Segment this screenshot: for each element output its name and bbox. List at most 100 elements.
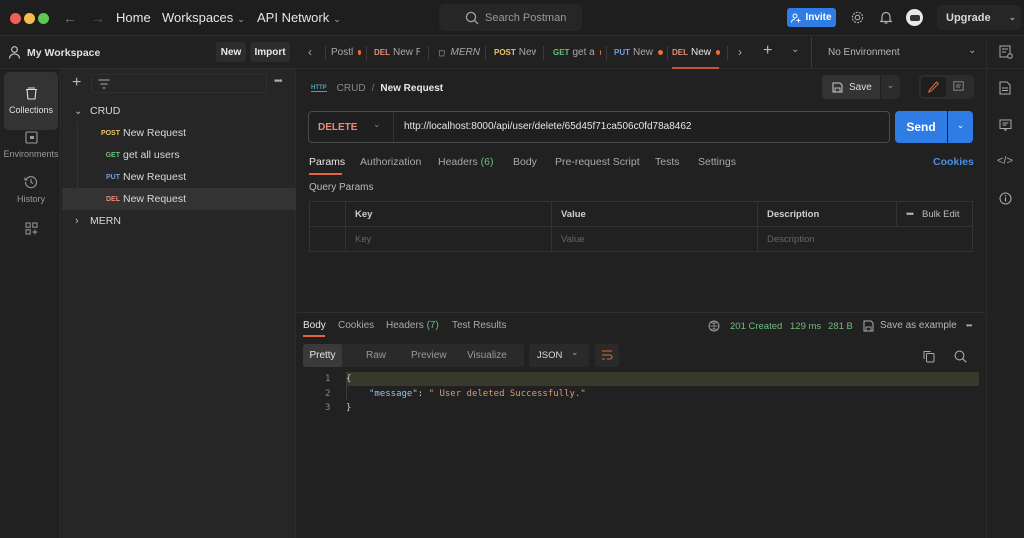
response-tab-test-results[interactable]: Test Results (452, 320, 506, 331)
tab-params[interactable]: Params (309, 156, 345, 168)
format-selector[interactable]: JSON ⌄ (529, 344, 589, 367)
edit-mode-button[interactable] (921, 77, 946, 97)
new-button[interactable]: New (216, 42, 246, 62)
environment-quick-look-icon[interactable] (999, 45, 1013, 59)
page-title[interactable]: New Request (380, 83, 443, 94)
http-request-icon: HTTP (311, 84, 327, 92)
tab-item-active[interactable]: DEL New (672, 37, 720, 68)
request-editor: HTTP CRUD / New Request Save ⌄ DELETE ⌄ … (297, 69, 985, 538)
response-tab-cookies[interactable]: Cookies (338, 320, 374, 331)
tab-item[interactable]: MERN (438, 37, 480, 68)
upgrade-button[interactable]: Upgrade ⌄ (937, 5, 1021, 30)
response-tab-headers[interactable]: Headers (7) (386, 320, 439, 331)
documentation-icon[interactable] (999, 81, 1011, 95)
more-options-icon[interactable]: ••• (906, 209, 914, 220)
send-button[interactable]: Send (895, 111, 947, 143)
view-mode-preview[interactable]: Preview (411, 350, 447, 361)
tab-headers[interactable]: Headers (6) (438, 156, 493, 168)
filter-icon (98, 79, 110, 89)
collection-item-crud[interactable]: ⌄ CRUD (62, 100, 296, 122)
save-as-example-button[interactable]: Save as example (880, 320, 957, 331)
collections-panel: + ••• ⌄ CRUD POST New Request GET get al… (62, 69, 296, 538)
globe-icon[interactable] (708, 320, 720, 332)
send-options-dropdown[interactable]: ⌄ (948, 111, 973, 143)
tab-method: PUT (614, 48, 630, 57)
nav-api-network[interactable]: API Network ⌄ (257, 10, 341, 25)
collection-name: MERN (90, 215, 121, 227)
tabs-scroll-left-icon[interactable]: ‹ (308, 45, 312, 59)
response-size[interactable]: 281 B (828, 321, 853, 332)
line-number: 3 (325, 403, 331, 413)
view-mode-raw[interactable]: Raw (366, 350, 386, 361)
save-options-dropdown[interactable]: ⌄ (881, 75, 900, 99)
breadcrumb-collection[interactable]: CRUD (337, 83, 366, 94)
request-item[interactable]: GET get all users (62, 144, 296, 166)
invite-button[interactable]: Invite (787, 8, 836, 27)
save-disk-icon (863, 320, 874, 332)
tab-tests[interactable]: Tests (655, 156, 680, 168)
code-snippet-icon[interactable]: </> (997, 155, 1013, 167)
nav-home[interactable]: Home (116, 10, 151, 25)
search-icon[interactable] (954, 350, 967, 363)
response-status[interactable]: 201 Created (730, 321, 782, 332)
sidebar-item-configure[interactable] (4, 199, 58, 257)
workspace-name[interactable]: My Workspace (27, 47, 100, 59)
forward-arrow-icon[interactable]: → (91, 10, 105, 26)
view-mode-visualize[interactable]: Visualize (467, 350, 507, 361)
collection-filter-input[interactable] (91, 74, 267, 93)
response-time[interactable]: 129 ms (790, 321, 821, 332)
nav-workspaces[interactable]: Workspaces ⌄ (162, 10, 245, 25)
add-collection-plus-icon[interactable]: + (72, 74, 81, 92)
environment-selector[interactable]: No Environment ⌄ (816, 37, 984, 68)
request-item-selected[interactable]: DEL New Request (62, 188, 296, 210)
wrap-lines-button[interactable] (595, 344, 619, 367)
tab-item[interactable]: DEL New R (374, 37, 420, 68)
comments-icon[interactable] (999, 119, 1012, 132)
code-line: "message": " User deleted Successfully." (369, 389, 586, 399)
comment-icon[interactable] (953, 81, 964, 93)
collection-name: CRUD (90, 105, 121, 117)
search-input[interactable]: Search Postman (439, 4, 582, 31)
checkbox-column (309, 201, 346, 227)
save-button[interactable]: Save (822, 75, 880, 99)
value-input[interactable]: Value (551, 226, 758, 252)
copy-icon[interactable] (923, 350, 935, 363)
more-options-icon[interactable]: ••• (274, 76, 282, 87)
method-selector[interactable]: DELETE ⌄ (309, 112, 394, 142)
window-close-button[interactable] (10, 13, 21, 24)
window-minimize-button[interactable] (24, 13, 35, 24)
tab-pre-request-script[interactable]: Pre-request Script (555, 156, 640, 168)
back-arrow-icon[interactable]: ← (63, 10, 77, 26)
view-mode-pretty[interactable]: Pretty (303, 344, 342, 367)
pane-resize-handle[interactable] (297, 312, 985, 313)
tabs-scroll-right-icon[interactable]: › (738, 45, 742, 59)
import-button[interactable]: Import (250, 42, 290, 62)
more-options-icon[interactable]: ••• (966, 321, 972, 330)
tab-item[interactable]: PUT New (614, 37, 664, 68)
avatar[interactable] (906, 9, 923, 26)
tab-authorization[interactable]: Authorization (360, 156, 421, 168)
info-icon[interactable] (999, 192, 1012, 205)
tab-item[interactable]: Postl (331, 37, 361, 68)
url-input[interactable]: http://localhost:8000/api/user/delete/65… (404, 121, 691, 132)
window-maximize-button[interactable] (38, 13, 49, 24)
json-value: " User deleted Successfully." (428, 389, 586, 399)
tab-settings[interactable]: Settings (698, 156, 736, 168)
response-body-editor[interactable]: 1 { 2 "message": " User deleted Successf… (297, 372, 985, 420)
response-tab-body[interactable]: Body (303, 320, 326, 331)
description-input[interactable]: Description (757, 226, 973, 252)
notifications-bell-icon[interactable] (879, 10, 893, 25)
bulk-edit-button[interactable]: Bulk Edit (922, 209, 960, 220)
tabs-menu-chevron-icon[interactable]: ⌄ (791, 44, 799, 55)
tab-body[interactable]: Body (513, 156, 537, 168)
request-item[interactable]: POST New Request (62, 122, 296, 144)
new-tab-plus-icon[interactable]: + (763, 42, 772, 60)
key-input[interactable]: Key (345, 226, 552, 252)
tab-item[interactable]: POSTNew I (494, 37, 536, 68)
settings-gear-icon[interactable] (850, 10, 865, 25)
request-item[interactable]: PUT New Request (62, 166, 296, 188)
cookies-link[interactable]: Cookies (933, 156, 974, 168)
tab-item[interactable]: GET get a (553, 37, 601, 68)
collection-item-mern[interactable]: › MERN (62, 210, 296, 232)
chevron-down-icon: ⌄ (237, 14, 245, 24)
